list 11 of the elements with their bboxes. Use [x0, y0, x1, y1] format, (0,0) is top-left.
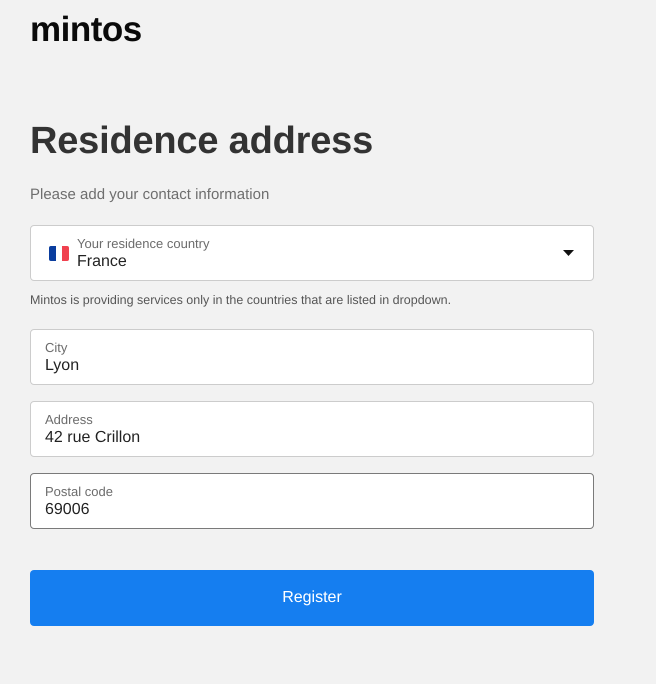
register-button[interactable]: Register	[30, 570, 594, 626]
text-field[interactable]: Address 42 rue Crillon	[30, 401, 594, 457]
logo[interactable]: mintos	[30, 12, 142, 48]
flag-icon	[49, 246, 69, 260]
text-field[interactable]: City Lyon	[30, 329, 594, 385]
caret-icon	[563, 250, 574, 256]
subtitle: Please add your contact information	[30, 185, 270, 205]
helper-text: Mintos is providing services only in the countries that are listed in dropdown.	[30, 292, 452, 309]
country-select[interactable]: Your residence country France	[30, 225, 594, 281]
text-field[interactable]: Postal code 69006	[30, 473, 594, 529]
page-heading: Residence address	[30, 119, 373, 164]
